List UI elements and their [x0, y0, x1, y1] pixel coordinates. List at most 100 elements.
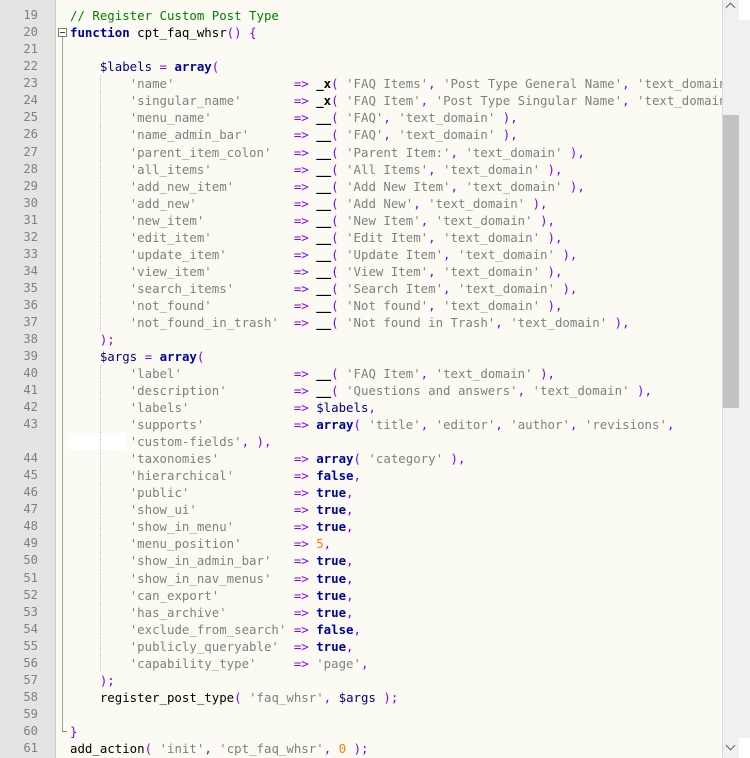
code-line[interactable]: );	[70, 672, 722, 689]
indent-guide	[100, 228, 102, 246]
code-line[interactable]: 'labels' => $labels,	[70, 399, 722, 416]
code-line[interactable]: 'menu_position' => 5,	[70, 535, 722, 552]
code-token: true	[316, 570, 347, 586]
code-token: add_action	[70, 740, 145, 756]
code-token: (	[331, 212, 339, 228]
code-line[interactable]: register_post_type( 'faq_whsr', $args );	[70, 689, 722, 706]
code-line[interactable]	[70, 706, 722, 723]
fold-collapse-icon[interactable]	[58, 28, 67, 38]
code-token: 'FAQ'	[346, 127, 384, 143]
code-token: 'show_ui'	[129, 502, 197, 518]
code-line[interactable]: 'publicly_queryable' => true,	[70, 638, 722, 655]
scroll-down-arrow-icon[interactable]	[723, 738, 739, 758]
code-token: __	[316, 110, 332, 126]
code-line[interactable]: 'name' => _x( 'FAQ Items', 'Post Type Ge…	[70, 75, 722, 92]
code-line[interactable]: 'not_found_in_trash' => __( 'Not found i…	[70, 314, 722, 331]
code-line[interactable]: 'hierarchical' => false,	[70, 467, 722, 484]
code-line[interactable]: 'view_item' => __( 'View Item', 'text_do…	[70, 263, 722, 280]
code-token: 'show_in_menu'	[129, 519, 235, 535]
code-text-area[interactable]: // Register Custom Post Type function cpt…	[68, 0, 722, 758]
code-line[interactable]: 'description' => __( 'Questions and answ…	[70, 382, 722, 399]
code-line[interactable]: 'add_new_item' => __( 'Add New Item', 't…	[70, 178, 722, 195]
code-line[interactable]: 'show_in_admin_bar' => true,	[70, 552, 722, 569]
code-line[interactable]: 'name_admin_bar' => __( 'FAQ', 'text_dom…	[70, 126, 722, 143]
line-number: 57	[23, 672, 38, 687]
code-line[interactable]: 'supports' => array( 'title', 'editor', …	[70, 416, 722, 433]
code-token: 'text_domain'	[637, 93, 722, 109]
code-line[interactable]: 'taxonomies' => array( 'category' ),	[70, 450, 722, 467]
code-line[interactable]: 'has_archive' => true,	[70, 604, 722, 621]
line-number: 54	[23, 621, 38, 636]
code-token: =>	[293, 246, 309, 262]
code-token: =>	[293, 280, 309, 296]
code-token: 'Questions and answers'	[346, 383, 518, 399]
code-token: =>	[293, 195, 309, 211]
code-line[interactable]: 'search_items' => __( 'Search Item', 'te…	[70, 280, 722, 297]
code-token: 'FAQ Item'	[346, 366, 421, 382]
code-token: (	[331, 195, 339, 211]
code-line[interactable]: add_action( 'init', 'cpt_faq_whsr', 0 );	[70, 740, 722, 757]
code-editor[interactable]: 19 20 21 22 23 24 25 26 27 28 29 30 31 32 33 34 35 36 37 38…	[0, 0, 750, 758]
code-line[interactable]: 'update_item' => __( 'Update Item', 'tex…	[70, 246, 722, 263]
code-token: ,	[204, 740, 212, 756]
code-line[interactable]: 'show_in_menu' => true,	[70, 518, 722, 535]
indent-guide	[100, 313, 102, 331]
code-token: (	[211, 59, 220, 75]
code-token: ,	[622, 93, 630, 109]
code-line[interactable]: 'public' => true,	[70, 484, 722, 501]
code-line[interactable]: 'parent_item_colon' => __( 'Parent Item:…	[70, 144, 722, 161]
line-number: 29	[23, 178, 38, 193]
code-token: ),	[532, 195, 548, 211]
code-line[interactable]: 'custom-fields', ),	[70, 433, 722, 450]
scroll-up-arrow-icon[interactable]	[723, 0, 739, 20]
line-number: 39	[23, 349, 38, 363]
code-token: =>	[293, 93, 309, 109]
code-line[interactable]: 'singular_name' => _x( 'FAQ Item', 'Post…	[70, 92, 722, 109]
code-line[interactable]: 'new_item' => __( 'New Item', 'text_doma…	[70, 212, 722, 229]
code-line[interactable]	[70, 41, 722, 58]
code-token: 'title'	[368, 417, 421, 433]
code-token: array	[316, 451, 354, 467]
code-line[interactable]: );	[70, 331, 722, 348]
code-line[interactable]: 'all_items' => __( 'All Items', 'text_do…	[70, 161, 722, 178]
code-token: =	[144, 349, 153, 364]
code-line[interactable]: $args = array(	[70, 348, 722, 365]
code-token: 'View Item'	[346, 263, 429, 279]
code-line[interactable]: 'label' => __( 'FAQ Item', 'text_domain'…	[70, 365, 722, 382]
code-line[interactable]: function cpt_faq_whsr() {	[70, 24, 722, 41]
code-token: $args	[338, 689, 376, 705]
code-line[interactable]: }	[70, 723, 722, 740]
code-line[interactable]: 'edit_item' => __( 'Edit Item', 'text_do…	[70, 229, 722, 246]
code-line[interactable]: 'menu_name' => __( 'FAQ', 'text_domain' …	[70, 109, 722, 126]
indent-guide	[100, 416, 102, 434]
indent-guide	[100, 433, 102, 451]
code-token: ,	[495, 417, 503, 433]
code-line[interactable]: 'capability_type' => 'page',	[70, 655, 722, 672]
code-line[interactable]: 'exclude_from_search' => false,	[70, 621, 722, 638]
code-line[interactable]: // Register Custom Post Type	[70, 7, 722, 24]
code-token: ,	[517, 383, 526, 399]
code-line[interactable]: 'show_ui' => true,	[70, 501, 722, 518]
code-token: 'singular_name'	[129, 93, 242, 109]
code-token: 'can_export'	[129, 587, 220, 603]
code-line[interactable]: 'can_export' => true,	[70, 587, 722, 604]
code-line[interactable]: 'not_found' => __( 'Not found', 'text_do…	[70, 297, 722, 314]
code-token: 'label'	[129, 366, 182, 382]
code-token: ,	[383, 110, 391, 126]
code-token: );	[353, 740, 369, 756]
scrollbar-thumb[interactable]	[723, 115, 739, 408]
vertical-scrollbar[interactable]	[722, 0, 750, 758]
code-line[interactable]: 'show_in_nav_menus' => true,	[70, 570, 722, 587]
code-line[interactable]: $labels = array(	[70, 58, 722, 75]
code-token: =>	[293, 178, 309, 194]
code-line[interactable]: 'add_new' => __( 'Add New', 'text_domain…	[70, 195, 722, 212]
